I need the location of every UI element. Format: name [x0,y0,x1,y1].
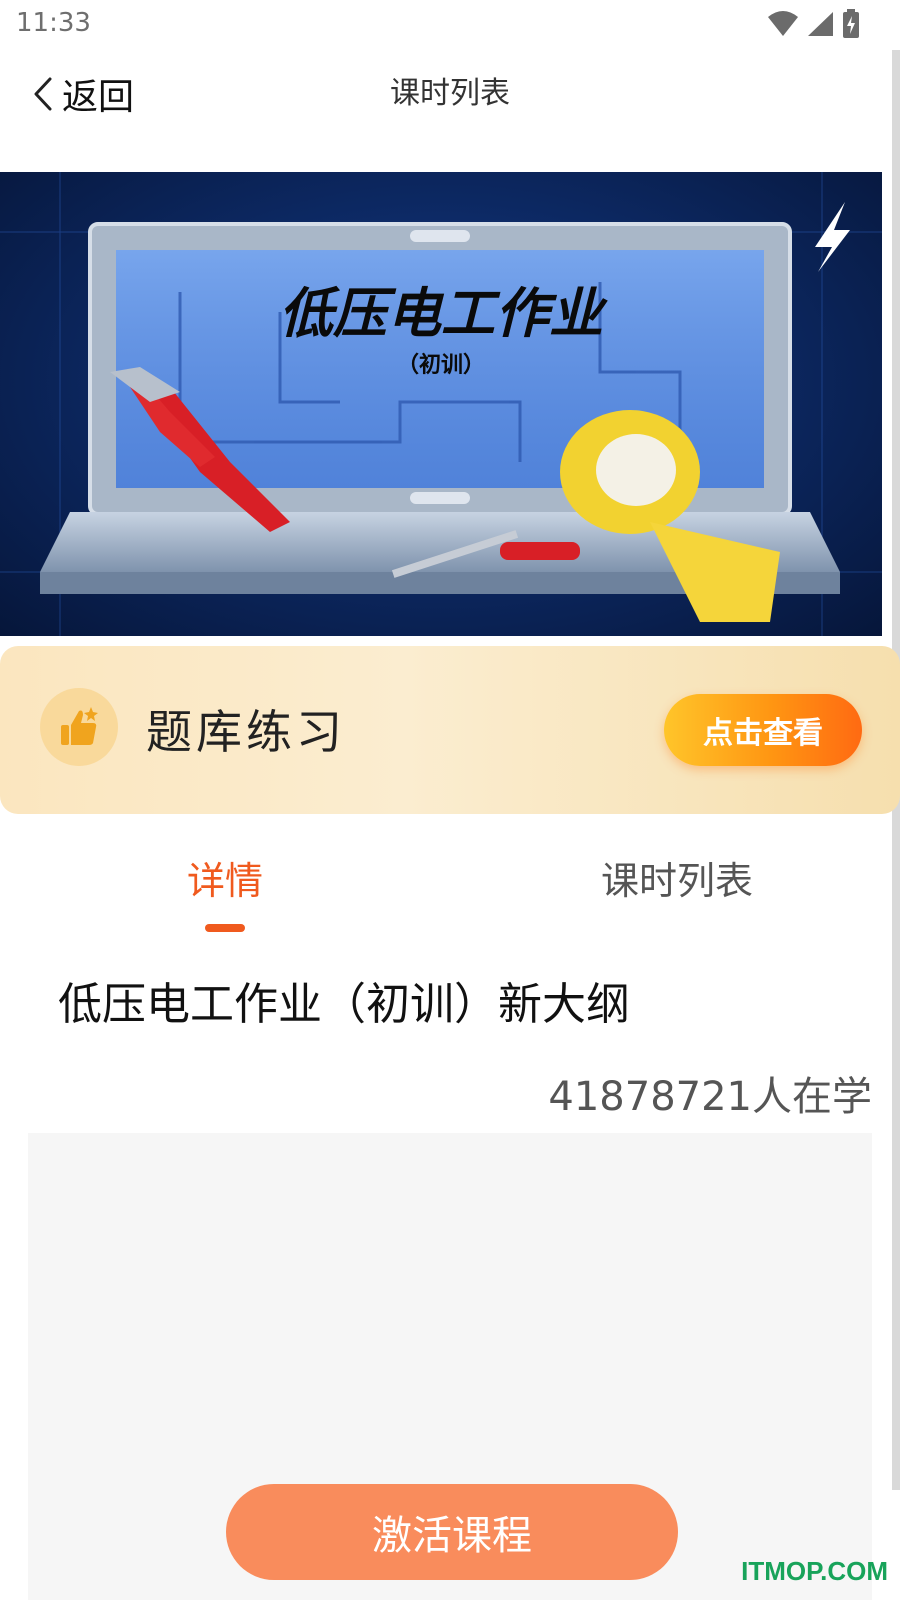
banner-illustration: 低压电工作业 （初训） [0,172,882,636]
banner-title: 低压电工作业 [279,282,608,345]
learner-count: 41878721人在学 [548,1074,872,1120]
quiz-bank-card[interactable]: 题库练习 点击查看 [0,646,900,814]
status-time: 11:33 [16,8,91,38]
banner-subtitle: （初训） [397,352,485,378]
battery-charging-icon [843,9,859,38]
wifi-icon [768,11,798,36]
tab-lesson-list[interactable]: 课时列表 [527,850,827,905]
status-bar: 11:33 [0,0,900,50]
activate-course-button[interactable]: 激活课程 [226,1484,678,1580]
status-icons [768,8,860,40]
tab-bar: 详情 课时列表 [0,820,882,940]
cellular-signal-icon [808,12,833,36]
quiz-bank-title: 题库练习 [146,705,346,759]
tab-details[interactable]: 详情 [75,850,375,905]
active-tab-indicator [205,924,245,932]
course-title: 低压电工作业（初训）新大纲 [58,979,630,1030]
thumbs-up-icon [40,688,118,766]
course-banner: 低压电工作业 （初训） [0,172,882,636]
watermark: ITMOP.COM [741,1556,888,1586]
page-title: 课时列表 [390,76,510,111]
view-quiz-button[interactable]: 点击查看 [664,694,862,766]
nav-bar: 返回 课时列表 [0,50,900,172]
